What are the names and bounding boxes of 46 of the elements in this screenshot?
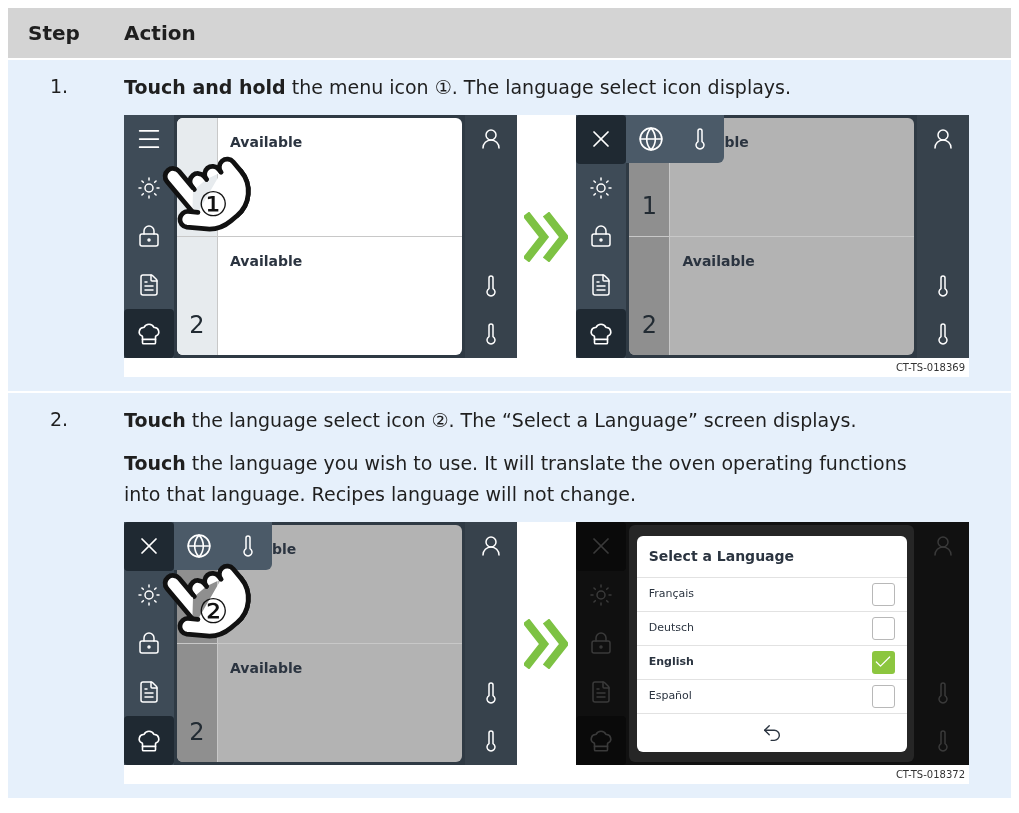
sun-icon[interactable] — [137, 175, 161, 200]
figure-caption: CT-TS-018369 — [895, 361, 965, 375]
document-icon[interactable] — [137, 273, 161, 298]
slot-status: Available — [230, 660, 303, 676]
sun-icon[interactable] — [137, 582, 161, 607]
language-checkbox[interactable] — [871, 684, 895, 708]
column-header: Action — [124, 20, 196, 47]
chef-hat-icon[interactable] — [136, 320, 162, 347]
lock-icon[interactable] — [137, 224, 161, 249]
dialog-title: Select a Language — [636, 535, 907, 578]
instruction-text: Touch the language select icon ②. The “Select a Language” screen displays. — [124, 408, 858, 433]
instruction-text: Touch the language you wish to use. It will translate the oven operating functions into that language. Recipes language will not change. — [124, 451, 908, 507]
slot-number: 2 — [189, 717, 205, 748]
language-option[interactable]: Deutsch — [648, 619, 694, 637]
globe-icon[interactable] — [638, 126, 665, 152]
slot-status: Available — [682, 253, 755, 269]
language-option[interactable]: Français — [648, 585, 695, 603]
chef-hat-icon[interactable] — [588, 320, 615, 347]
double-chevron-icon — [524, 618, 569, 669]
slot-status: Available — [230, 253, 303, 269]
globe-icon[interactable] — [186, 533, 212, 559]
slot-number: 2 — [189, 310, 205, 341]
lock-icon[interactable] — [589, 224, 614, 249]
language-checkbox[interactable] — [871, 582, 895, 606]
slot-number: 1 — [641, 191, 658, 222]
step-number: 1. — [50, 75, 69, 97]
slot-status: ble — [272, 541, 297, 557]
step-number: 2. — [50, 408, 69, 430]
instruction-text: Touch and hold the menu icon ①. The language select icon displays. — [124, 75, 792, 100]
lock-icon[interactable] — [137, 631, 161, 656]
slot-status: ble — [724, 134, 749, 150]
language-checkbox[interactable] — [871, 650, 895, 674]
document-icon[interactable] — [137, 680, 161, 705]
callout-label: ② — [198, 594, 229, 628]
language-checkbox[interactable] — [871, 616, 895, 640]
sun-icon[interactable] — [589, 175, 614, 200]
slot-status: Available — [230, 134, 303, 150]
language-option[interactable]: English — [648, 653, 694, 671]
column-header: Step — [27, 20, 81, 47]
figure-caption: CT-TS-018372 — [895, 768, 965, 782]
double-chevron-icon — [524, 211, 569, 262]
chef-hat-icon[interactable] — [136, 727, 162, 754]
slot-number: 2 — [641, 310, 658, 341]
user-icon[interactable] — [931, 127, 955, 151]
callout-label: ① — [198, 187, 229, 221]
language-option[interactable]: Español — [648, 687, 692, 705]
